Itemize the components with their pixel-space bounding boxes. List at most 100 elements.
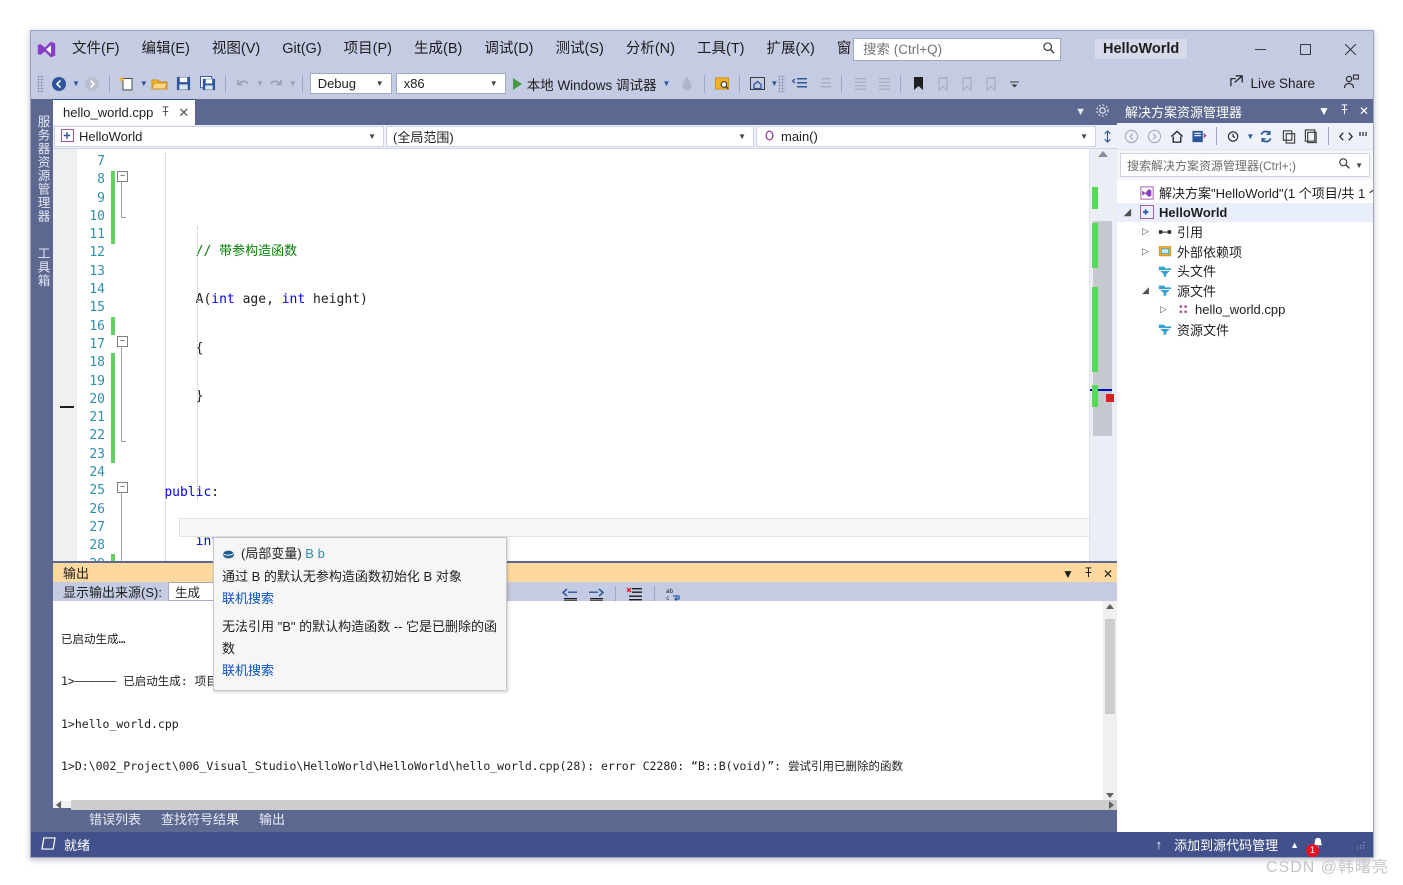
tab-list-chevron-icon[interactable]: ▼ <box>1075 106 1086 118</box>
save-all-icon[interactable] <box>197 72 219 95</box>
toolbar-grip-2[interactable] <box>778 74 786 93</box>
vertical-tab-toolbox[interactable]: 工具箱 <box>31 237 56 298</box>
undo-dropdown-icon[interactable]: ▼ <box>256 79 264 88</box>
pending-changes-icon[interactable] <box>1188 126 1209 147</box>
hot-reload-icon[interactable] <box>676 72 698 95</box>
maximize-button[interactable] <box>1283 31 1328 68</box>
forward-arrow-icon[interactable] <box>1143 126 1164 147</box>
add-to-source-control-label[interactable]: 添加到源代码管理 <box>1174 835 1278 854</box>
tree-item-source-files[interactable]: ◢ 源文件 <box>1117 281 1373 301</box>
comment-selection-icon[interactable] <box>789 72 811 95</box>
home-dropdown-icon[interactable]: ▼ <box>770 79 778 88</box>
navigate-forward-icon[interactable] <box>81 72 103 95</box>
document-tab-hello-world-cpp[interactable]: hello_world.cpp ✕ <box>53 99 196 125</box>
minimize-button[interactable] <box>1238 31 1283 68</box>
quick-info-search-link-2[interactable]: 联机搜索 <box>222 660 498 682</box>
scroll-right-arrow-icon[interactable] <box>1109 800 1114 809</box>
search-input[interactable] <box>861 41 1042 58</box>
menu-tools[interactable]: 工具(T) <box>686 31 756 68</box>
source-control-chevron-icon[interactable]: ▲ <box>1290 840 1299 850</box>
navbar-scope-combo[interactable]: (全局范围) ▼ <box>386 126 754 147</box>
navigate-backward-icon[interactable] <box>48 72 70 95</box>
navbar-member-combo[interactable]: main() ▼ <box>756 126 1096 147</box>
clear-bookmarks-icon[interactable] <box>979 72 1001 95</box>
save-icon[interactable] <box>173 72 195 95</box>
fold-toggle-icon[interactable]: − <box>117 482 128 493</box>
code-text-area[interactable]: 7 8 9 10 11 12 13 14 15 16 17 18 19 20 2… <box>53 149 1117 561</box>
notifications-button[interactable]: 1 <box>1306 836 1341 857</box>
navbar-project-combo[interactable]: HelloWorld ▼ <box>54 126 384 147</box>
close-icon[interactable]: ✕ <box>178 105 189 121</box>
pin-icon[interactable] <box>1083 567 1094 581</box>
output-horizontal-scrollbar[interactable] <box>53 799 1251 810</box>
tab-find-symbol-results[interactable]: 查找符号结果 <box>151 807 250 832</box>
new-item-icon[interactable] <box>116 72 138 95</box>
tree-item-project-helloworld[interactable]: ◢ HelloWorld <box>1117 202 1373 222</box>
decrease-indent-icon[interactable] <box>848 72 870 95</box>
twisty-collapsed-icon[interactable]: ▷ <box>1139 246 1152 257</box>
menu-view[interactable]: 视图(V) <box>201 31 271 68</box>
tree-item-resource-files[interactable]: 资源文件 <box>1117 320 1373 340</box>
start-debugging-button[interactable]: 本地 Windows 调试器 ▼ <box>508 72 676 95</box>
menu-project[interactable]: 项目(P) <box>333 31 403 68</box>
outlining-margin[interactable]: − − − <box>115 149 131 561</box>
chevron-down-icon[interactable]: ▼ <box>1062 567 1074 581</box>
menu-file[interactable]: 文件(F) <box>61 31 131 68</box>
menu-extensions[interactable]: 扩展(X) <box>756 31 826 68</box>
tree-item-hello-world-cpp[interactable]: ▷ hello_world.cpp <box>1117 300 1373 320</box>
refresh-icon[interactable] <box>1255 126 1276 147</box>
collapse-all-icon[interactable] <box>1223 126 1244 147</box>
solution-explorer-search[interactable]: 搜索解决方案资源管理器(Ctrl+;) ▼ <box>1120 153 1370 177</box>
navigate-backward-dropdown-icon[interactable]: ▼ <box>72 79 80 88</box>
twisty-expanded-icon[interactable]: ◢ <box>1121 207 1134 218</box>
menu-analyze[interactable]: 分析(N) <box>615 31 686 68</box>
previous-bookmark-icon[interactable] <box>931 72 953 95</box>
close-icon[interactable]: ✕ <box>1103 567 1113 581</box>
toggle-bookmark-icon[interactable] <box>907 72 929 95</box>
pin-icon[interactable] <box>1339 104 1350 118</box>
tab-settings-gear-icon[interactable] <box>1096 104 1109 120</box>
uncomment-selection-icon[interactable] <box>813 72 835 95</box>
tree-item-header-files[interactable]: 头文件 <box>1117 261 1373 281</box>
find-in-files-icon[interactable] <box>711 72 733 95</box>
fold-toggle-icon[interactable]: − <box>117 171 128 182</box>
chevron-down-icon[interactable]: ▼ <box>1318 104 1330 118</box>
global-search-box[interactable] <box>853 38 1061 61</box>
editor-scrollbar[interactable] <box>1089 149 1117 561</box>
twisty-collapsed-icon[interactable]: ▷ <box>1157 304 1170 315</box>
vertical-tab-server-explorer[interactable]: 服务器资源管理器 <box>31 105 56 233</box>
close-icon[interactable]: ✕ <box>1359 104 1369 118</box>
source-code-text[interactable]: // 带参构造函数 A(int age, int height) { } pub… <box>131 149 1089 561</box>
output-log[interactable]: 已启动生成… 1>—————— 已启动生成: 项目: HelloWorld, 配… <box>53 601 1103 801</box>
tree-item-references[interactable]: ▷ 引用 <box>1117 222 1373 242</box>
menu-test[interactable]: 测试(S) <box>545 31 615 68</box>
output-vertical-scrollbar[interactable] <box>1103 601 1117 802</box>
overflow-icon[interactable] <box>1357 126 1369 147</box>
properties-icon[interactable] <box>1300 126 1321 147</box>
menu-build[interactable]: 生成(B) <box>403 31 473 68</box>
scroll-left-arrow-icon[interactable] <box>56 800 61 809</box>
next-bookmark-icon[interactable] <box>955 72 977 95</box>
show-all-files-icon[interactable] <box>1278 126 1299 147</box>
solution-explorer-tree[interactable]: 解决方案"HelloWorld"(1 个项目/共 1 个 ◢ HelloWorl… <box>1117 180 1373 832</box>
menu-edit[interactable]: 编辑(E) <box>131 31 201 68</box>
redo-icon[interactable] <box>265 72 287 95</box>
chevron-down-icon[interactable]: ▼ <box>1246 132 1254 141</box>
editor-collapse-marker[interactable] <box>60 406 74 408</box>
tab-error-list[interactable]: 错误列表 <box>79 807 152 832</box>
fold-toggle-icon[interactable]: − <box>117 336 128 347</box>
split-editor-icon[interactable] <box>1097 125 1117 148</box>
menu-git[interactable]: Git(G) <box>271 31 332 68</box>
platform-combo[interactable]: x86 ▼ <box>395 73 506 94</box>
chevron-down-icon[interactable]: ▼ <box>1351 161 1367 170</box>
toolbar-overflow-icon[interactable] <box>1003 72 1025 95</box>
open-folder-icon[interactable] <box>149 72 171 95</box>
tree-item-external-dependencies[interactable]: ▷ 外部依赖项 <box>1117 242 1373 262</box>
send-feedback-icon[interactable] <box>1343 74 1360 95</box>
pin-icon[interactable] <box>160 105 171 120</box>
breakpoint-margin[interactable] <box>53 149 77 561</box>
new-item-dropdown-icon[interactable]: ▼ <box>140 79 148 88</box>
scroll-up-arrow-icon[interactable] <box>1098 151 1108 157</box>
live-share-button[interactable]: Live Share <box>1224 72 1321 94</box>
close-button[interactable] <box>1328 31 1373 68</box>
